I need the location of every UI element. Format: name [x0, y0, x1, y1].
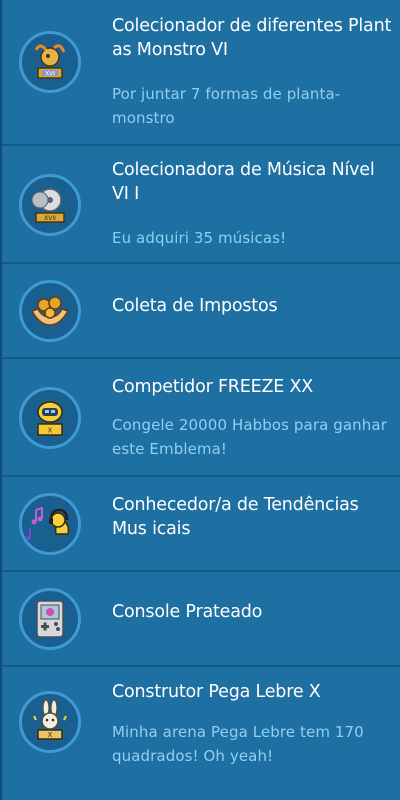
badge-icon-frame [19, 588, 81, 650]
badge-list-item[interactable]: X Competidor FREEZE XX Congele 20000 Hab… [2, 359, 400, 477]
badge-description: Minha arena Pega Lebre tem 170 quadrados… [112, 723, 364, 765]
badge-description: Por juntar 7 formas de planta-monstro [112, 85, 341, 127]
badge-title: Conhecedor/a de Tendências Mus icais [112, 495, 359, 539]
svg-text:XVII: XVII [44, 215, 56, 222]
badge-icon-frame: X [19, 691, 81, 753]
badge-list-item[interactable]: Console Prateado [2, 572, 400, 667]
badge-list-item[interactable]: X Construtor Pega Lebre X Minha arena Pe… [2, 667, 400, 800]
badge-title: Coleta de Impostos [112, 296, 278, 316]
badge-list-item[interactable]: XVI Colecionador de diferentes Plant as … [2, 0, 400, 146]
badge-title: Colecionador de diferentes Plant as Mons… [112, 16, 392, 60]
badge-icon-frame [19, 493, 81, 555]
badge-icon-frame: XVI [19, 31, 81, 93]
coins-in-hands-icon [30, 296, 70, 326]
badge-list-item[interactable]: Coleta de Impostos [2, 264, 400, 359]
badge-description: Eu adquiri 35 músicas! [112, 229, 287, 247]
badge-list: XVI Colecionador de diferentes Plant as … [0, 0, 400, 800]
bunny-trophy-icon: X [33, 699, 67, 740]
music-duck-headphones-icon [26, 506, 70, 540]
freeze-trophy-icon: X [37, 401, 63, 436]
badge-icon-frame [19, 280, 81, 342]
svg-text:X: X [48, 427, 53, 435]
badge-title: Competidor FREEZE XX [112, 377, 314, 397]
silver-console-icon [36, 600, 64, 638]
badge-list-item[interactable]: XVII Colecionadora de Música Nível VI I … [2, 146, 400, 264]
badge-title: Colecionadora de Música Nível VI I [112, 160, 375, 204]
badge-description: Congele 20000 Habbos para ganhar este Em… [112, 416, 387, 458]
music-cd-trophy-icon: XVII [31, 188, 65, 223]
badge-icon-frame: X [19, 387, 81, 449]
plant-monster-trophy-icon: XVI [34, 44, 66, 79]
svg-text:X: X [48, 731, 53, 739]
badge-title: Console Prateado [112, 602, 263, 622]
svg-text:XVI: XVI [45, 71, 55, 78]
badge-icon-frame: XVII [19, 174, 81, 236]
badge-list-item[interactable]: Conhecedor/a de Tendências Mus icais [2, 477, 400, 572]
badge-title: Construtor Pega Lebre X [112, 682, 321, 702]
